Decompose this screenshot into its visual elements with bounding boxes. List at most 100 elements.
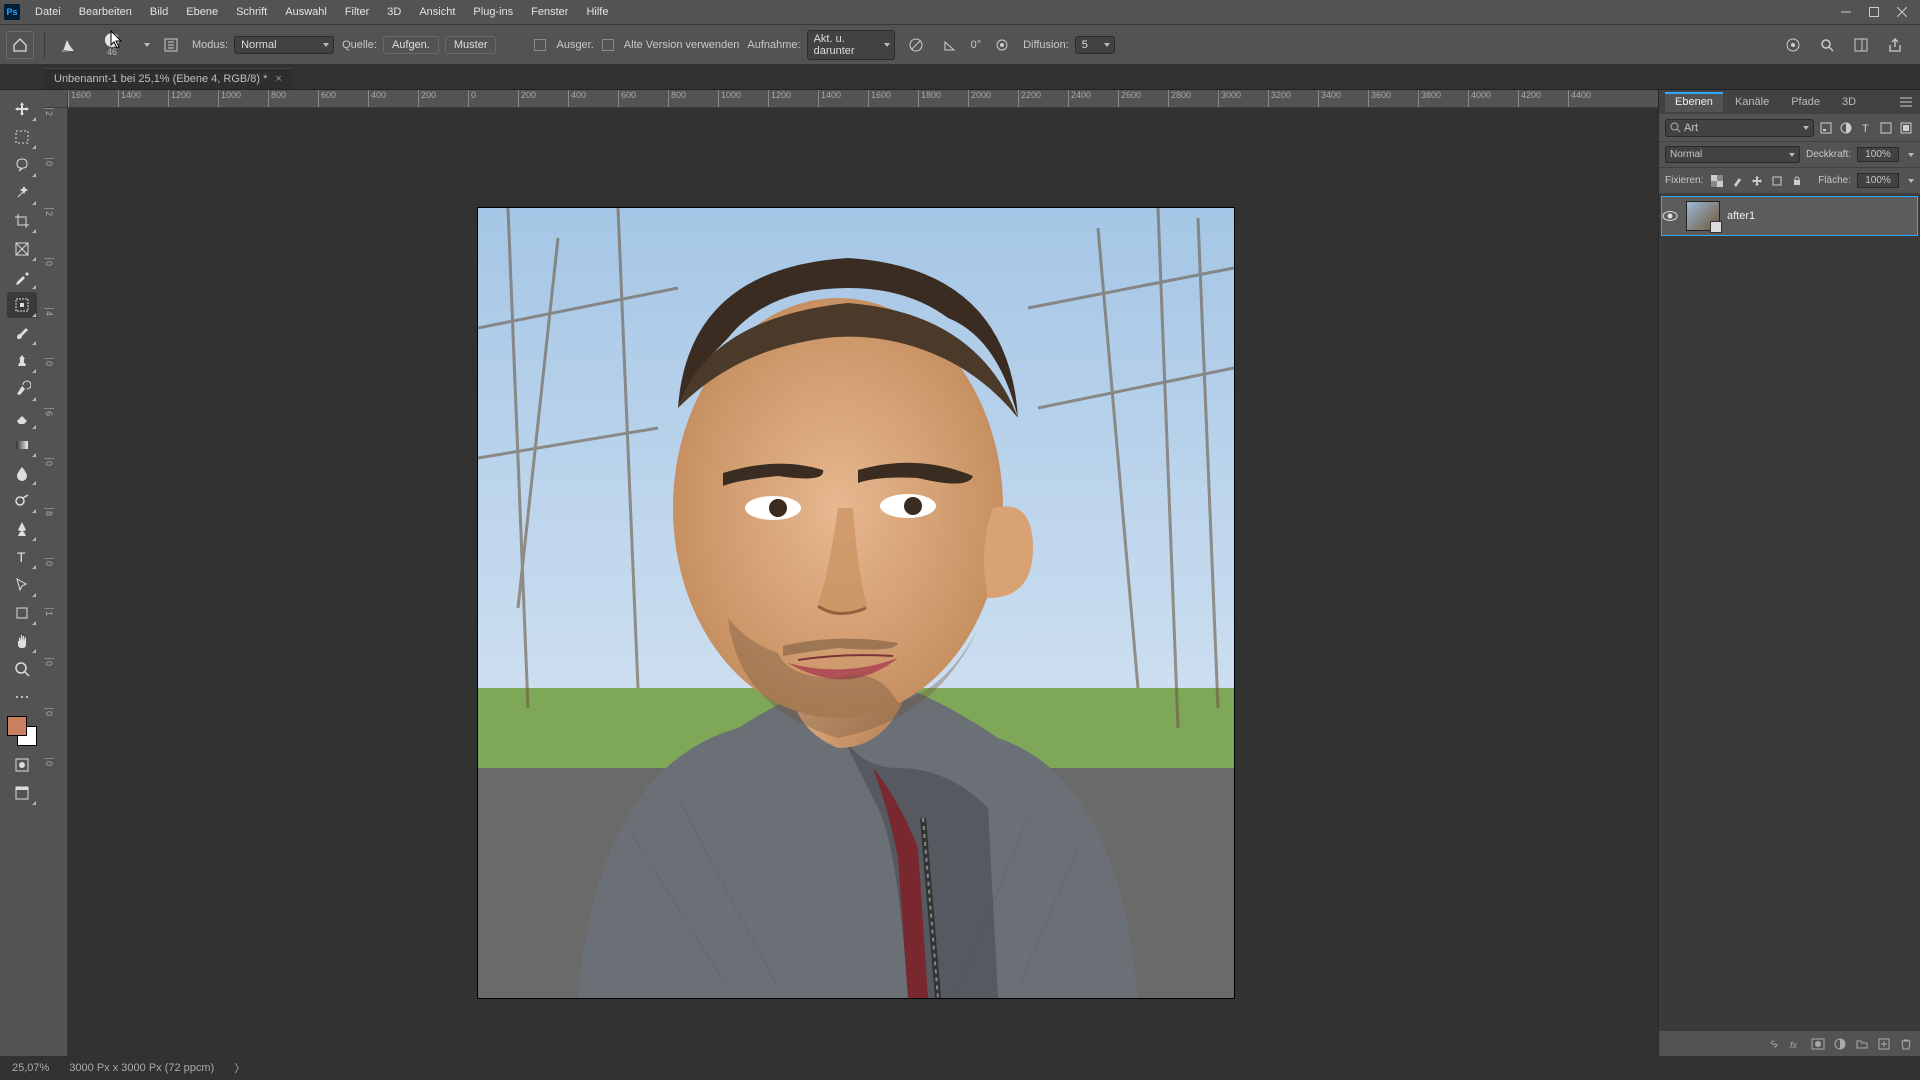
group-layers-icon[interactable]	[1854, 1036, 1870, 1052]
marquee-tool[interactable]	[7, 124, 37, 150]
layer-thumbnail[interactable]	[1686, 201, 1720, 231]
menu-bearbeiten[interactable]: Bearbeiten	[70, 0, 141, 24]
search-icon[interactable]	[1814, 32, 1840, 58]
workspace-icon[interactable]	[1848, 32, 1874, 58]
lock-artboard-icon[interactable]	[1769, 173, 1785, 189]
menu-hilfe[interactable]: Hilfe	[577, 0, 617, 24]
screen-mode-tool[interactable]	[7, 780, 37, 806]
layer-name[interactable]: after1	[1723, 210, 1755, 222]
brush-settings-icon[interactable]	[158, 32, 184, 58]
status-chevron-icon[interactable]: 〉	[234, 1060, 245, 1076]
muster-button[interactable]: Muster	[445, 36, 497, 54]
diffusion-input[interactable]: 5	[1075, 36, 1115, 54]
layer-row[interactable]: after1	[1661, 196, 1918, 236]
alte-version-checkbox[interactable]	[602, 39, 614, 51]
lock-position-icon[interactable]	[1749, 173, 1765, 189]
crop-tool[interactable]	[7, 208, 37, 234]
clone-stamp-tool[interactable]	[7, 348, 37, 374]
hand-tool[interactable]	[7, 628, 37, 654]
type-tool[interactable]: T	[7, 544, 37, 570]
layer-fx-icon[interactable]: fx	[1788, 1036, 1804, 1052]
tab-pfade[interactable]: Pfade	[1781, 92, 1830, 112]
pressure-icon[interactable]	[989, 32, 1015, 58]
adjustment-layer-icon[interactable]	[1832, 1036, 1848, 1052]
menu-ansicht[interactable]: Ansicht	[410, 0, 464, 24]
ausger-checkbox[interactable]	[534, 39, 546, 51]
layer-list[interactable]: after1	[1659, 194, 1920, 1030]
ignore-adjustment-icon[interactable]	[903, 32, 929, 58]
canvas-area[interactable]: 1600140012001000800600400200020040060080…	[44, 90, 1658, 1056]
path-select-tool[interactable]	[7, 572, 37, 598]
menu-3d[interactable]: 3D	[378, 0, 410, 24]
window-close-button[interactable]	[1888, 0, 1916, 24]
quick-mask-tool[interactable]	[7, 752, 37, 778]
zoom-tool[interactable]	[7, 656, 37, 682]
horizontal-ruler[interactable]: 1600140012001000800600400200020040060080…	[68, 90, 1658, 108]
menu-plugins[interactable]: Plug-ins	[464, 0, 522, 24]
menu-schrift[interactable]: Schrift	[227, 0, 276, 24]
eraser-tool[interactable]	[7, 404, 37, 430]
angle-icon[interactable]	[937, 32, 963, 58]
menu-datei[interactable]: Datei	[26, 0, 70, 24]
vertical-ruler[interactable]: 20204060801000	[44, 108, 68, 1056]
filter-type-icon[interactable]: T	[1858, 120, 1874, 136]
window-maximize-button[interactable]	[1860, 0, 1888, 24]
brush-size-label: 46	[107, 47, 117, 57]
pen-tool[interactable]	[7, 516, 37, 542]
dodge-tool[interactable]	[7, 488, 37, 514]
panel-menu-icon[interactable]	[1898, 94, 1914, 110]
tab-ebenen[interactable]: Ebenen	[1665, 92, 1723, 112]
fill-input[interactable]: 100%	[1857, 173, 1899, 188]
lock-all-icon[interactable]	[1789, 173, 1805, 189]
history-brush-tool[interactable]	[7, 376, 37, 402]
tab-kanaele[interactable]: Kanäle	[1725, 92, 1779, 112]
layer-mask-icon[interactable]	[1810, 1036, 1826, 1052]
blend-mode-dropdown[interactable]: Normal	[1665, 146, 1800, 163]
shape-tool[interactable]	[7, 600, 37, 626]
brush-tool[interactable]	[7, 320, 37, 346]
window-minimize-button[interactable]	[1832, 0, 1860, 24]
doc-info[interactable]: 3000 Px x 3000 Px (72 ppcm)	[69, 1062, 214, 1074]
magic-wand-tool[interactable]	[7, 180, 37, 206]
opacity-label: Deckkraft:	[1806, 149, 1851, 160]
modus-dropdown[interactable]: Normal	[234, 36, 334, 54]
home-button[interactable]	[6, 31, 34, 59]
menu-ebene[interactable]: Ebene	[177, 0, 227, 24]
cloud-docs-icon[interactable]	[1780, 32, 1806, 58]
lasso-tool[interactable]	[7, 152, 37, 178]
new-layer-icon[interactable]	[1876, 1036, 1892, 1052]
filter-smart-icon[interactable]	[1898, 120, 1914, 136]
spot-healing-tool[interactable]	[7, 292, 37, 318]
filter-adjustment-icon[interactable]	[1838, 120, 1854, 136]
edit-toolbar-icon[interactable]	[7, 684, 37, 710]
frame-tool[interactable]	[7, 236, 37, 262]
layer-filter-search[interactable]: Art	[1665, 119, 1814, 137]
ruler-origin[interactable]	[44, 90, 68, 108]
tab-3d[interactable]: 3D	[1832, 92, 1866, 112]
close-tab-icon[interactable]: ×	[275, 73, 281, 85]
opacity-input[interactable]: 100%	[1857, 147, 1899, 162]
aufnahme-dropdown[interactable]: Akt. u. darunter	[807, 30, 895, 60]
gradient-tool[interactable]	[7, 432, 37, 458]
color-swatches[interactable]	[7, 716, 37, 746]
current-tool-icon[interactable]	[55, 31, 83, 59]
delete-layer-icon[interactable]	[1898, 1036, 1914, 1052]
zoom-level[interactable]: 25,07%	[12, 1062, 49, 1074]
link-layers-icon[interactable]	[1766, 1036, 1782, 1052]
eyedropper-tool[interactable]	[7, 264, 37, 290]
aufgen-button[interactable]: Aufgen.	[383, 36, 439, 54]
filter-shape-icon[interactable]	[1878, 120, 1894, 136]
document-tab[interactable]: Unbenannt-1 bei 25,1% (Ebene 4, RGB/8) *…	[44, 68, 292, 89]
filter-pixel-icon[interactable]	[1818, 120, 1834, 136]
svg-text:T: T	[17, 549, 26, 565]
move-tool[interactable]	[7, 96, 37, 122]
lock-pixels-icon[interactable]	[1729, 173, 1745, 189]
share-icon[interactable]	[1882, 32, 1908, 58]
menu-fenster[interactable]: Fenster	[522, 0, 577, 24]
menu-filter[interactable]: Filter	[336, 0, 378, 24]
layer-visibility-icon[interactable]	[1662, 210, 1686, 222]
lock-transparency-icon[interactable]	[1709, 173, 1725, 189]
menu-auswahl[interactable]: Auswahl	[276, 0, 336, 24]
menu-bild[interactable]: Bild	[141, 0, 177, 24]
blur-tool[interactable]	[7, 460, 37, 486]
